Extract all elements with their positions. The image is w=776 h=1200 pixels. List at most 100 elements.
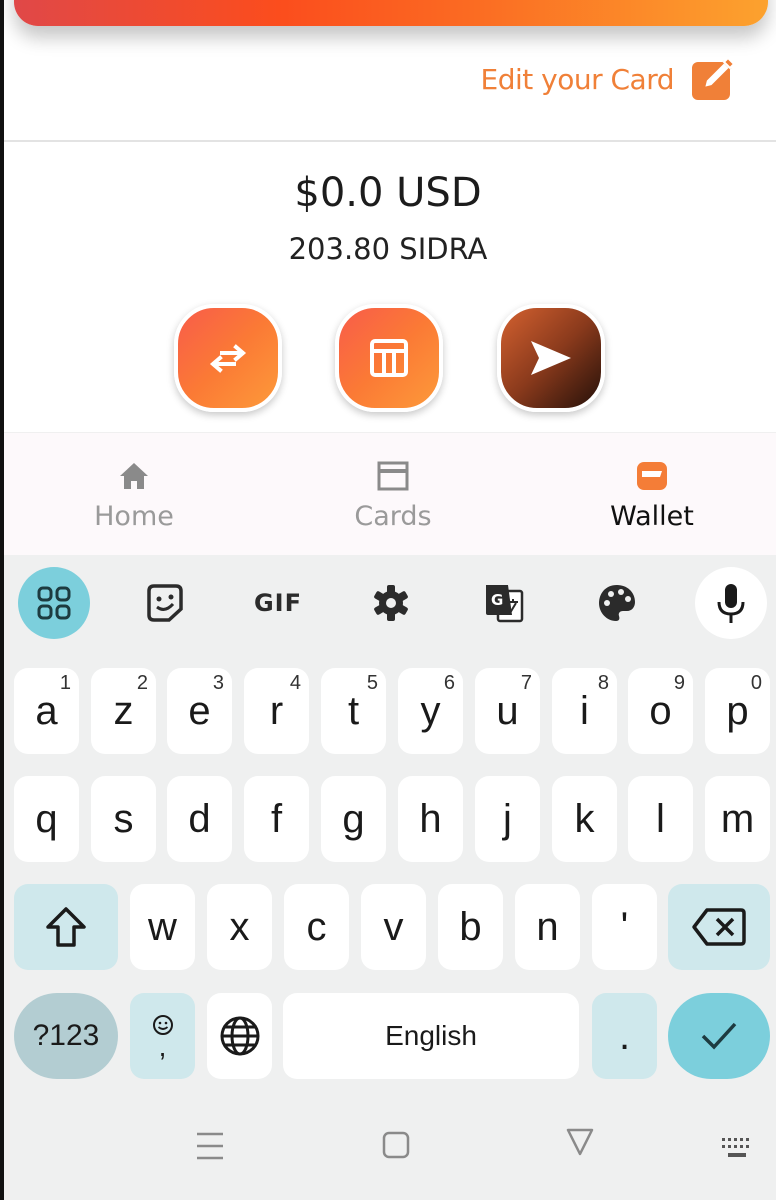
key-x[interactable]: x bbox=[207, 884, 272, 970]
key-g[interactable]: g bbox=[321, 776, 386, 862]
key-hint: 2 bbox=[136, 672, 148, 694]
language-key[interactable] bbox=[207, 993, 272, 1079]
key-j[interactable]: j bbox=[475, 776, 540, 862]
key-z[interactable]: z2 bbox=[91, 668, 156, 754]
gif-button[interactable]: GIF bbox=[242, 567, 314, 639]
nav-label-wallet: Wallet bbox=[610, 501, 694, 532]
enter-key[interactable] bbox=[668, 993, 770, 1079]
theme-button[interactable] bbox=[581, 567, 653, 639]
apps-grid-icon bbox=[37, 586, 71, 620]
key-label: r bbox=[269, 688, 284, 733]
action-buttons bbox=[0, 304, 776, 419]
shift-key[interactable] bbox=[14, 884, 118, 970]
sticker-button[interactable] bbox=[129, 567, 201, 639]
key-p[interactable]: p0 bbox=[705, 668, 770, 754]
globe-icon bbox=[220, 1016, 259, 1056]
key-label: e bbox=[188, 688, 211, 733]
palette-icon bbox=[599, 585, 635, 621]
key-i[interactable]: i8 bbox=[552, 668, 617, 754]
key-l[interactable]: l bbox=[628, 776, 693, 862]
key-label: a bbox=[35, 688, 58, 733]
sticker-icon bbox=[147, 584, 183, 622]
home-icon bbox=[120, 463, 148, 489]
voice-input-button[interactable] bbox=[695, 567, 767, 639]
key-b[interactable]: b bbox=[438, 884, 503, 970]
key-m[interactable]: m bbox=[705, 776, 770, 862]
apps-button[interactable] bbox=[18, 567, 90, 639]
nav-label-home: Home bbox=[94, 501, 174, 532]
key-u[interactable]: u7 bbox=[475, 668, 540, 754]
symbols-key[interactable]: ?123 bbox=[14, 993, 118, 1079]
key-hint: 8 bbox=[597, 672, 609, 694]
gif-icon: GIF bbox=[253, 589, 303, 617]
back-triangle-icon[interactable] bbox=[565, 1126, 595, 1156]
key-label: u bbox=[496, 688, 519, 733]
balance-token: 203.80 SIDRA bbox=[288, 232, 488, 266]
system-nav-bar bbox=[0, 1100, 776, 1200]
key-o[interactable]: o9 bbox=[628, 668, 693, 754]
key-label: z bbox=[113, 688, 134, 733]
key-k[interactable]: k bbox=[552, 776, 617, 862]
wallet-screen: Edit your Card $0.0 USD 203.80 SIDRA Hom… bbox=[0, 0, 776, 556]
keyboard-switch-icon[interactable] bbox=[720, 1136, 754, 1160]
send-icon bbox=[531, 341, 571, 375]
key-t[interactable]: t5 bbox=[321, 668, 386, 754]
key-a[interactable]: a1 bbox=[14, 668, 79, 754]
nav-item-home[interactable]: Home bbox=[34, 433, 234, 556]
swap-button[interactable] bbox=[174, 304, 282, 412]
swap-arrows-icon bbox=[209, 344, 247, 373]
period-key[interactable]: . bbox=[592, 993, 657, 1079]
key-hint: 1 bbox=[59, 672, 71, 694]
key-y[interactable]: y6 bbox=[398, 668, 463, 754]
key-h[interactable]: h bbox=[398, 776, 463, 862]
space-key[interactable]: English bbox=[283, 993, 579, 1079]
edit-card-label: Edit your Card bbox=[480, 62, 675, 96]
nav-item-wallet[interactable]: Wallet bbox=[552, 433, 752, 556]
key-r[interactable]: r4 bbox=[244, 668, 309, 754]
microphone-icon bbox=[717, 584, 745, 623]
nav-label-cards: Cards bbox=[354, 501, 432, 532]
svg-text:G: G bbox=[491, 591, 503, 609]
card-banner[interactable] bbox=[14, 0, 768, 26]
key-v[interactable]: v bbox=[361, 884, 426, 970]
key-f[interactable]: f bbox=[244, 776, 309, 862]
divider bbox=[4, 140, 776, 142]
balance-usd: $0.0 USD bbox=[294, 170, 482, 216]
key-e[interactable]: e3 bbox=[167, 668, 232, 754]
key-hint: 4 bbox=[289, 672, 301, 694]
gear-icon bbox=[374, 585, 408, 621]
shift-icon bbox=[46, 907, 86, 947]
nav-item-cards[interactable]: Cards bbox=[293, 433, 493, 556]
bottom-nav: Home Cards Wallet bbox=[4, 432, 776, 556]
key-label: p bbox=[726, 688, 749, 733]
comma-label: , bbox=[158, 1031, 167, 1062]
key-label: i bbox=[580, 688, 589, 733]
key-c[interactable]: c bbox=[284, 884, 349, 970]
key-n[interactable]: n bbox=[515, 884, 580, 970]
wallet-icon bbox=[637, 462, 667, 490]
key-hint: 5 bbox=[366, 672, 378, 694]
checkmark-icon bbox=[701, 1022, 737, 1050]
edit-card-link[interactable]: Edit your Card bbox=[481, 56, 736, 102]
screen-edge bbox=[0, 0, 4, 1200]
home-square-icon[interactable] bbox=[382, 1130, 410, 1160]
translate-button[interactable]: G bbox=[468, 567, 540, 639]
emoji-comma-key[interactable]: , bbox=[130, 993, 195, 1079]
table-icon bbox=[370, 339, 408, 377]
key-label: t bbox=[347, 688, 360, 733]
key-q[interactable]: q bbox=[14, 776, 79, 862]
edit-icon bbox=[692, 56, 736, 100]
key-d[interactable]: d bbox=[167, 776, 232, 862]
key-apostrophe[interactable]: ' bbox=[592, 884, 657, 970]
settings-button[interactable] bbox=[355, 567, 427, 639]
recents-icon[interactable] bbox=[195, 1130, 225, 1160]
translate-icon: G bbox=[486, 585, 524, 623]
table-button[interactable] bbox=[335, 304, 443, 412]
backspace-icon bbox=[692, 908, 746, 946]
send-button[interactable] bbox=[497, 304, 605, 412]
key-hint: 6 bbox=[443, 672, 455, 694]
key-s[interactable]: s bbox=[91, 776, 156, 862]
key-w[interactable]: w bbox=[130, 884, 195, 970]
key-label: o bbox=[649, 688, 672, 733]
backspace-key[interactable] bbox=[668, 884, 770, 970]
